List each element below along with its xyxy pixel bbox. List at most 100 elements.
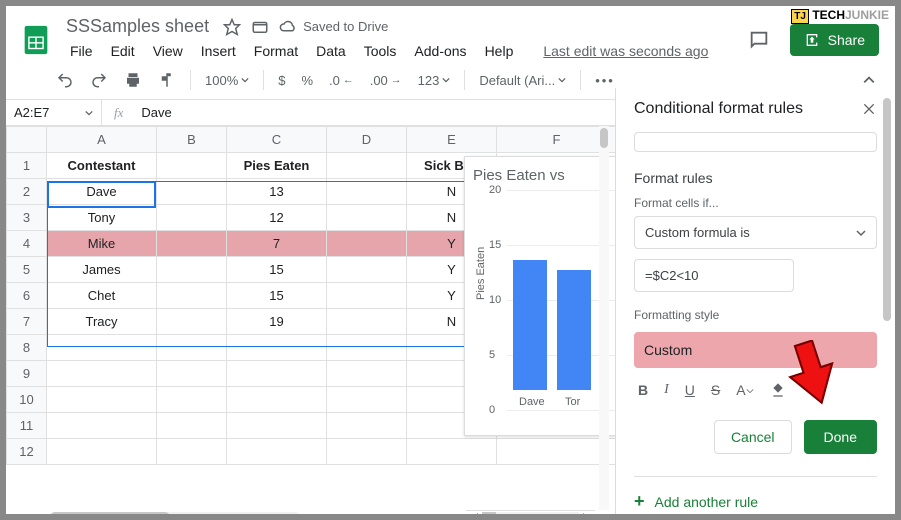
move-icon[interactable] [251, 18, 269, 36]
col-header[interactable]: A [47, 127, 157, 153]
row-header[interactable]: 8 [7, 335, 47, 361]
redo-icon[interactable] [84, 67, 114, 93]
cell[interactable] [157, 283, 227, 309]
cell[interactable]: Contestant [47, 153, 157, 179]
menu-data[interactable]: Data [308, 39, 354, 63]
format-toolbar: B I U S A [634, 378, 877, 402]
cell[interactable] [327, 283, 407, 309]
last-edit-link[interactable]: Last edit was seconds ago [535, 39, 716, 63]
cell[interactable] [157, 257, 227, 283]
range-box[interactable] [634, 132, 877, 152]
sheet-nav-scrollbar[interactable]: ◄ ► [466, 510, 595, 514]
cell[interactable] [327, 257, 407, 283]
formula-input[interactable]: =$C2<10 [634, 259, 794, 292]
underline-icon[interactable]: U [681, 378, 699, 402]
cell[interactable]: 19 [227, 309, 327, 335]
cell[interactable] [157, 179, 227, 205]
share-button[interactable]: Share [790, 24, 879, 56]
cell[interactable]: 13 [227, 179, 327, 205]
format-currency[interactable]: $ [272, 69, 291, 92]
row-header[interactable]: 2 [7, 179, 47, 205]
collapse-toolbar-icon[interactable] [857, 70, 881, 90]
col-header[interactable]: C [227, 127, 327, 153]
format-preview[interactable]: Custom [634, 332, 877, 368]
add-rule-button[interactable]: + Add another rule [634, 476, 877, 512]
row-header[interactable]: 5 [7, 257, 47, 283]
cell[interactable]: 15 [227, 257, 327, 283]
cell[interactable] [157, 153, 227, 179]
italic-icon[interactable]: I [660, 378, 673, 402]
name-box[interactable]: A2:E7 [6, 100, 102, 125]
scroll-right-icon[interactable]: ► [579, 511, 595, 515]
cell[interactable] [157, 205, 227, 231]
text-color-icon[interactable]: A [732, 378, 757, 402]
cell[interactable]: Dave [47, 179, 157, 205]
cell[interactable] [327, 231, 407, 257]
menu-tools[interactable]: Tools [356, 39, 405, 63]
menu-view[interactable]: View [145, 39, 191, 63]
menu-edit[interactable]: Edit [103, 39, 143, 63]
cancel-button[interactable]: Cancel [714, 420, 792, 454]
cell[interactable]: Tracy [47, 309, 157, 335]
cell[interactable] [327, 309, 407, 335]
cell[interactable] [157, 231, 227, 257]
cell[interactable]: Chet [47, 283, 157, 309]
cell[interactable]: Tony [47, 205, 157, 231]
star-icon[interactable] [223, 18, 241, 36]
cell[interactable]: Pies Eaten [227, 153, 327, 179]
row-header[interactable]: 4 [7, 231, 47, 257]
print-icon[interactable] [118, 67, 148, 93]
row-header[interactable]: 3 [7, 205, 47, 231]
col-header[interactable]: E [407, 127, 497, 153]
panel-scrollbar[interactable] [883, 98, 891, 504]
bold-icon[interactable]: B [634, 378, 652, 402]
decrease-decimal[interactable]: .0← [323, 69, 360, 92]
conditional-format-panel: Conditional format rules Format rules Fo… [615, 88, 895, 514]
cell[interactable]: 7 [227, 231, 327, 257]
menu-addons[interactable]: Add-ons [406, 39, 474, 63]
horizontal-scrollbar[interactable] [50, 512, 300, 514]
condition-select[interactable]: Custom formula is [634, 216, 877, 249]
cell[interactable]: James [47, 257, 157, 283]
menu-file[interactable]: File [62, 39, 101, 63]
scroll-left-icon[interactable]: ◄ [466, 511, 482, 515]
number-format[interactable]: 123 [412, 69, 457, 92]
increase-decimal[interactable]: .00→ [364, 69, 408, 92]
col-header[interactable]: D [327, 127, 407, 153]
cell[interactable] [157, 309, 227, 335]
format-percent[interactable]: % [295, 69, 319, 92]
menubar: File Edit View Insert Format Data Tools … [62, 39, 742, 63]
cell[interactable] [327, 205, 407, 231]
paint-format-icon[interactable] [152, 67, 182, 93]
row-header[interactable]: 6 [7, 283, 47, 309]
doc-title[interactable]: SSSamples sheet [62, 16, 213, 37]
cell[interactable]: 12 [227, 205, 327, 231]
fill-color-icon[interactable] [766, 378, 790, 402]
row-header[interactable]: 10 [7, 387, 47, 413]
formula-input[interactable]: Dave [135, 105, 177, 120]
menu-format[interactable]: Format [246, 39, 306, 63]
cell[interactable] [327, 153, 407, 179]
cell[interactable]: 15 [227, 283, 327, 309]
menu-help[interactable]: Help [477, 39, 522, 63]
menu-insert[interactable]: Insert [193, 39, 244, 63]
row-header[interactable]: 11 [7, 413, 47, 439]
saved-indicator[interactable]: Saved to Drive [279, 18, 388, 36]
cell[interactable]: Mike [47, 231, 157, 257]
font-select[interactable]: Default (Ari... [473, 69, 572, 92]
zoom-select[interactable]: 100% [199, 69, 255, 92]
sheets-logo-icon[interactable] [16, 20, 56, 60]
cell[interactable] [327, 179, 407, 205]
formatting-style-label: Formatting style [634, 308, 877, 322]
row-header[interactable]: 7 [7, 309, 47, 335]
comments-icon[interactable] [742, 25, 776, 55]
row-header[interactable]: 1 [7, 153, 47, 179]
done-button[interactable]: Done [804, 420, 877, 454]
undo-icon[interactable] [50, 67, 80, 93]
vertical-scrollbar[interactable] [599, 126, 609, 510]
strike-icon[interactable]: S [707, 378, 724, 402]
row-header[interactable]: 12 [7, 439, 47, 465]
row-header[interactable]: 9 [7, 361, 47, 387]
col-header[interactable]: B [157, 127, 227, 153]
close-icon[interactable] [861, 101, 877, 117]
